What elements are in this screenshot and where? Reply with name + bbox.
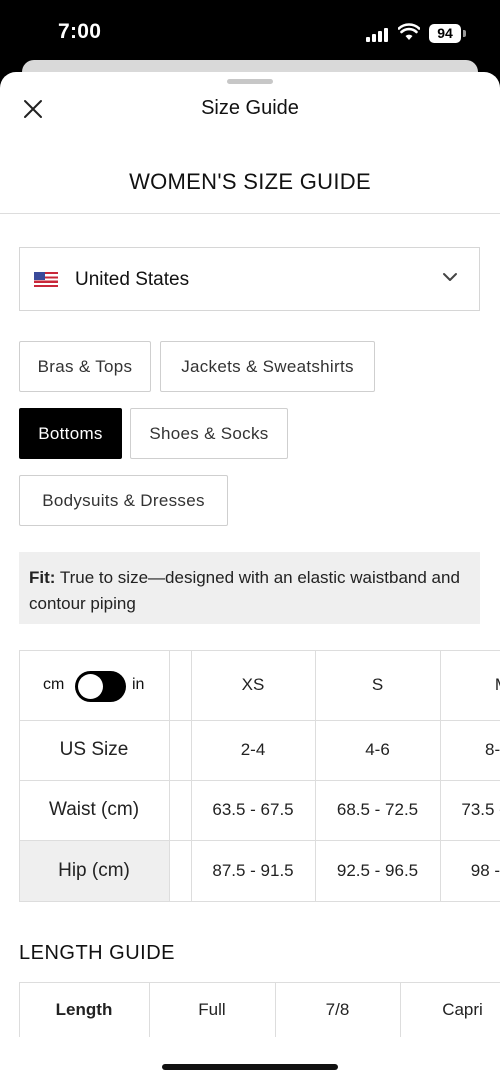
divider [0,213,500,214]
row-label-hip: Hip (cm) [58,859,130,881]
row-label-waist: Waist (cm) [48,799,140,820]
column-header-s: S [371,675,384,694]
length-guide-title: LENGTH GUIDE [19,942,176,964]
status-time: 7:00 [58,20,102,43]
fit-text: True to size—designed with an elastic wa… [29,568,460,613]
sheet-title: Size Guide [201,97,299,119]
unit-switch[interactable] [75,671,126,702]
table-cell: 63.5 - 67.5 [212,800,294,819]
table-cell: 8-10 [484,740,500,759]
category-shoes-socks[interactable]: Shoes & Socks [130,408,288,459]
category-jackets-sweatshirts[interactable]: Jackets & Sweatshirts [160,341,375,392]
length-header: Length [55,999,113,1019]
table-border [19,901,500,902]
table-cell: 87.5 - 91.5 [212,860,294,880]
fit-label: Fit: [29,568,56,587]
us-flag-icon [34,272,58,287]
length-column-capri: Capri [442,999,483,1019]
table-cell: 4-6 [365,740,390,759]
country-label: United States [75,269,190,290]
sheet-grabber[interactable] [227,79,273,84]
length-column-full: Full [198,999,226,1019]
column-header-xs: XS [241,675,265,694]
switch-knob [78,674,103,699]
size-guide-sheet: Size Guide WOMEN'S SIZE GUIDE United Sta… [0,72,500,1080]
cellular-signal-icon [366,26,388,42]
size-table: cm in XS S M US Size 2-4 4-6 8-10 Waist … [19,650,500,902]
length-table: Length Full 7/8 Capri [19,982,500,1037]
table-cell: 73.5 - 77.5 [461,800,500,819]
table-border [169,650,170,902]
chevron-down-icon [443,273,457,281]
length-column-7-8: 7/8 [325,999,350,1019]
status-bar: 7:00 94 [0,0,500,62]
table-cell: 92.5 - 96.5 [336,860,419,880]
table-cell: 2-4 [240,740,266,759]
wifi-icon [398,23,420,40]
country-select[interactable]: United States [19,247,480,311]
unit-in-label: in [132,676,145,693]
category-bras-tops[interactable]: Bras & Tops [19,341,151,392]
unit-cm-label: cm [43,676,65,693]
table-cell: 68.5 - 72.5 [336,800,419,819]
page-title: WOMEN'S SIZE GUIDE [129,169,371,194]
fit-note: Fit: True to size—designed with an elast… [19,552,480,624]
home-indicator[interactable] [162,1064,338,1070]
battery-indicator: 94 [429,24,461,43]
category-bottoms[interactable]: Bottoms [19,408,122,459]
row-label-us-size: US Size [59,739,129,760]
category-bodysuits-dresses[interactable]: Bodysuits & Dresses [19,475,228,526]
unit-toggle: cm in [19,650,169,720]
battery-tip [463,30,466,37]
column-header-m: M [440,650,500,720]
table-cell: 98 - 102 [470,860,500,880]
